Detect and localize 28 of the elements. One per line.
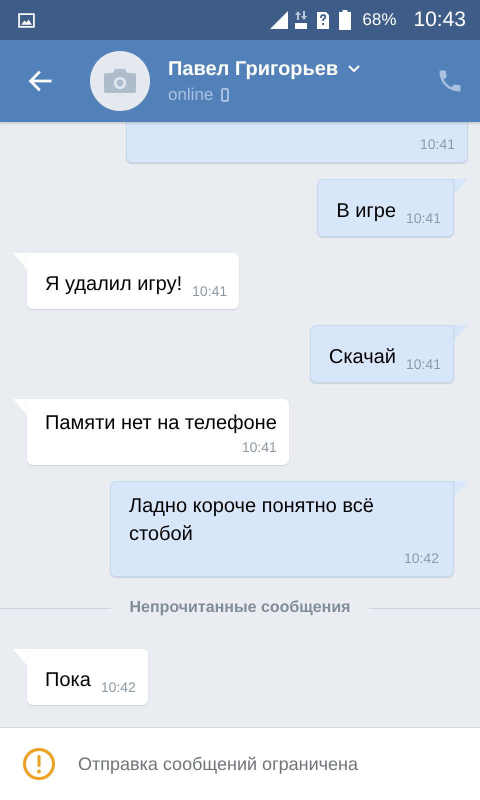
- image-icon: [18, 12, 35, 28]
- message-text: Скачай: [328, 345, 396, 370]
- message-text: В игре: [336, 199, 396, 224]
- message-time: 10:41: [406, 210, 441, 228]
- signal-icon: [269, 10, 290, 30]
- message-text: Памяти нет на телефоне: [45, 411, 277, 436]
- no-sim-icon: [316, 10, 330, 30]
- contact-name[interactable]: Павел Григорьев: [168, 58, 338, 80]
- battery-icon: [339, 10, 352, 30]
- battery-percentage: 68%: [362, 10, 396, 30]
- message-time: 10:41: [420, 136, 455, 154]
- message-time: 10:42: [404, 550, 439, 568]
- message-time: 10:42: [100, 679, 136, 697]
- camera-icon: [103, 68, 137, 94]
- mobile-phone-icon: [221, 88, 230, 102]
- notice-text: Отправка сообщений ограничена: [78, 754, 358, 774]
- online-status: online: [168, 84, 214, 104]
- message-text: Я удалил игру!: [45, 272, 182, 297]
- message-time: 10:41: [242, 439, 277, 457]
- message-text: Пока: [45, 668, 91, 693]
- message-text: Ладно короче понятно всё стобой: [129, 494, 375, 547]
- unread-divider-label: Непрочитанные сообщения: [129, 599, 351, 617]
- network-3g-icon: [294, 10, 308, 30]
- chevron-down-icon[interactable]: [348, 65, 360, 73]
- warning-icon: [22, 747, 56, 781]
- clock-time: 10:43: [413, 8, 466, 32]
- message-time: 10:41: [192, 283, 228, 301]
- message-time: 10:41: [406, 356, 441, 374]
